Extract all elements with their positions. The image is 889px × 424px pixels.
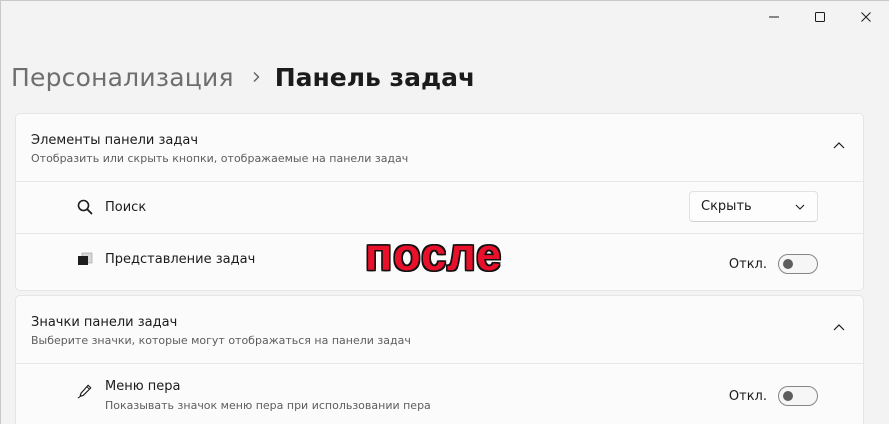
pen-menu-toggle[interactable]	[778, 386, 818, 406]
maximize-button[interactable]	[797, 0, 843, 34]
page-title: Панель задач	[274, 62, 476, 92]
overlay-caption: после	[365, 229, 503, 280]
search-icon	[77, 199, 93, 215]
search-mode-dropdown[interactable]: Скрыть	[689, 191, 818, 222]
toggle-state-label: Откл.	[728, 257, 767, 272]
pen-icon	[77, 383, 93, 399]
close-icon	[861, 12, 871, 22]
chevron-up-icon[interactable]	[833, 141, 845, 149]
breadcrumb: Персонализация Панель задач	[11, 57, 475, 97]
chevron-right-icon	[251, 71, 261, 83]
toggle-knob	[783, 259, 793, 269]
chevron-up-icon[interactable]	[833, 323, 845, 331]
task-view-toggle[interactable]	[778, 254, 818, 274]
toggle-state-label: Откл.	[728, 389, 767, 404]
close-button[interactable]	[843, 0, 889, 34]
section-subtitle: Выберите значки, которые могут отображат…	[31, 334, 411, 347]
setting-label: Представление задач	[105, 252, 256, 267]
section-title: Значки панели задач	[31, 315, 178, 330]
section-header-taskbar-items[interactable]: Элементы панели задач Отобразить или скр…	[16, 114, 863, 181]
minimize-icon	[769, 16, 779, 18]
section-taskbar-icons: Значки панели задач Выберите значки, кот…	[15, 295, 864, 424]
setting-label: Поиск	[105, 200, 147, 215]
section-title: Элементы панели задач	[31, 133, 199, 148]
maximize-icon	[815, 12, 825, 22]
window-caption-buttons	[751, 0, 889, 34]
setting-row-pen-menu: Меню пера Показывать значок меню пера пр…	[16, 363, 863, 419]
toggle-knob	[783, 391, 793, 401]
section-subtitle: Отобразить или скрыть кнопки, отображаем…	[31, 152, 409, 165]
section-header-taskbar-icons[interactable]: Значки панели задач Выберите значки, кот…	[16, 296, 863, 363]
minimize-button[interactable]	[751, 0, 797, 34]
setting-row-search: Поиск Скрыть	[16, 181, 863, 233]
setting-label: Меню пера	[105, 379, 181, 394]
dropdown-selected-value: Скрыть	[701, 199, 752, 214]
task-view-icon	[77, 251, 93, 267]
chevron-down-icon	[795, 204, 805, 210]
breadcrumb-parent-link[interactable]: Персонализация	[11, 63, 234, 92]
setting-description: Показывать значок меню пера при использо…	[105, 399, 431, 412]
